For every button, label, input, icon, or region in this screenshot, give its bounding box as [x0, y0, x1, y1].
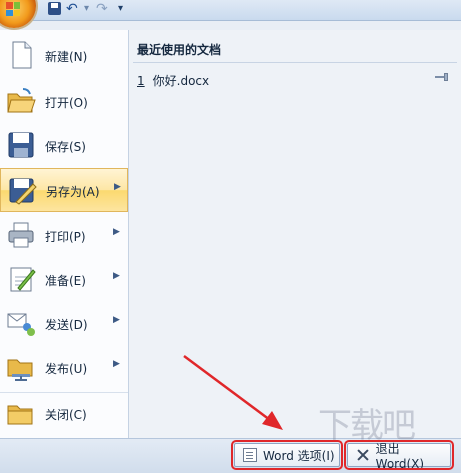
menu-item-open[interactable]: 打开(O): [0, 80, 128, 124]
submenu-arrow-icon: ▶: [114, 182, 121, 192]
recent-document-item[interactable]: 1 你好.docx: [137, 72, 209, 89]
office-menu: 新建(N) 打开(O) 保存(S) 另存为(A) ▶ 打印(P) ▶ 准备(E)…: [0, 30, 129, 438]
word-options-label: Word 选项(I): [263, 448, 335, 463]
printer-icon: [8, 222, 34, 248]
save-disk-icon: [8, 132, 34, 158]
new-document-icon: [12, 41, 32, 69]
menu-item-publish[interactable]: 发布(U) ▶: [0, 346, 128, 390]
prepare-icon: [10, 267, 36, 292]
office-logo-icon: [6, 2, 20, 16]
menu-item-label: 打印(P): [45, 230, 86, 244]
save-as-icon: [9, 178, 37, 205]
recent-document-name: 你好.docx: [152, 74, 210, 88]
undo-icon[interactable]: ↶: [66, 2, 78, 16]
menu-item-print[interactable]: 打印(P) ▶: [0, 214, 128, 258]
publish-icon: [7, 359, 33, 381]
submenu-arrow-icon: ▶: [113, 315, 120, 325]
menu-item-save[interactable]: 保存(S): [0, 124, 128, 168]
menu-item-label: 保存(S): [45, 140, 86, 154]
menu-item-new[interactable]: 新建(N): [0, 34, 128, 78]
menu-item-prepare[interactable]: 准备(E) ▶: [0, 258, 128, 302]
watermark: 下载吧: [318, 406, 416, 446]
header-divider: [133, 62, 457, 63]
menu-item-label: 新建(N): [45, 50, 88, 64]
recent-documents-panel: 最近使用的文档 1 你好.docx: [129, 30, 461, 438]
close-folder-icon: [7, 405, 33, 425]
menu-item-send[interactable]: 发送(D) ▶: [0, 302, 128, 346]
redo-icon[interactable]: ↷: [96, 2, 108, 16]
submenu-arrow-icon: ▶: [113, 359, 120, 369]
open-folder-icon: [7, 88, 36, 113]
office-button[interactable]: [0, 0, 36, 28]
menu-item-label: 发送(D): [45, 318, 88, 332]
send-icon: [7, 313, 35, 336]
save-icon[interactable]: [48, 2, 61, 15]
quick-access-toolbar: ↶ ▾ ↷ ▾: [0, 0, 461, 28]
options-icon: [243, 448, 257, 462]
menu-item-label: 关闭(C): [45, 408, 87, 422]
menu-item-save-as[interactable]: 另存为(A) ▶: [0, 168, 128, 212]
submenu-arrow-icon: ▶: [113, 227, 120, 237]
customize-toolbar-icon[interactable]: ▾: [118, 2, 123, 16]
recent-document-number: 1: [137, 74, 145, 88]
pin-icon[interactable]: [435, 73, 449, 81]
close-icon: [356, 448, 370, 462]
menu-item-label: 准备(E): [45, 274, 86, 288]
menu-item-label: 另存为(A): [46, 185, 100, 199]
menu-item-close[interactable]: 关闭(C): [0, 392, 128, 436]
menu-item-label: 打开(O): [45, 96, 88, 110]
recent-documents-header: 最近使用的文档: [137, 43, 222, 57]
menu-item-label: 发布(U): [45, 362, 88, 376]
submenu-arrow-icon: ▶: [113, 271, 120, 281]
undo-dropdown-icon[interactable]: ▾: [84, 2, 89, 16]
